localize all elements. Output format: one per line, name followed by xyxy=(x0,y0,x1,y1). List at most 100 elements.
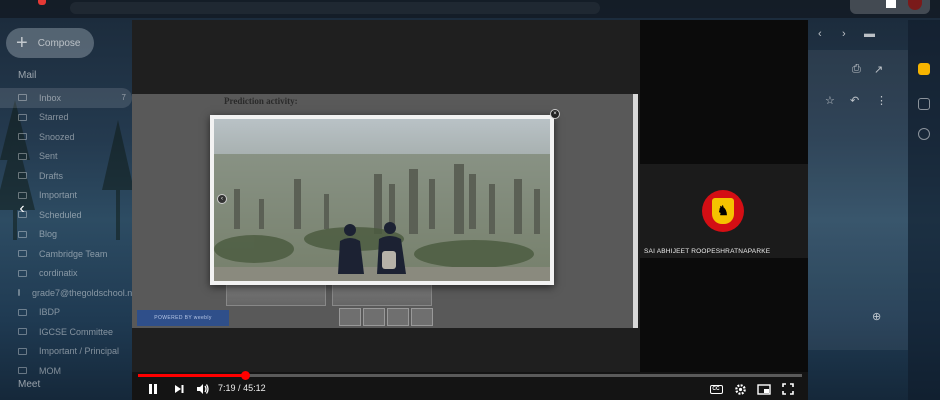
meet-section-label: Meet xyxy=(18,379,41,390)
sidebar-item-label: Blog xyxy=(39,229,58,240)
shared-screen: Prediction activity: POWERED BY weebly ×… xyxy=(132,20,640,372)
mail-section-label: Mail xyxy=(18,70,37,81)
volume-button[interactable] xyxy=(194,380,212,398)
close-icon[interactable]: × xyxy=(550,109,560,119)
compose-label: Compose xyxy=(37,37,81,49)
label-icon xyxy=(18,133,27,141)
sidebar-item-label: Starred xyxy=(39,112,69,123)
sidebar-item-count: 7 xyxy=(121,93,126,103)
side-panel-strip xyxy=(908,20,940,400)
account-area[interactable] xyxy=(850,0,930,14)
label-icon xyxy=(18,113,27,121)
chevron-left-icon[interactable]: ‹ xyxy=(13,200,31,220)
thumbnail xyxy=(332,284,432,306)
fullscreen-button[interactable] xyxy=(779,380,797,398)
label-icon xyxy=(18,308,27,316)
label-icon xyxy=(18,367,27,375)
video-player[interactable]: Prediction activity: POWERED BY weebly ×… xyxy=(132,20,808,400)
sidebar-item[interactable]: MOM xyxy=(0,361,132,381)
sidebar-item-label: Drafts xyxy=(39,170,64,181)
skip-next-icon xyxy=(175,385,184,393)
sidebar-item[interactable]: Snoozed xyxy=(0,127,132,147)
search-bar[interactable] xyxy=(70,2,600,14)
chevron-right-icon[interactable]: › xyxy=(842,28,846,40)
sidebar-item[interactable]: cordinatix xyxy=(0,264,132,284)
progress-fill xyxy=(138,374,246,377)
sidebar-item[interactable]: grade7@thegoldschool.net xyxy=(0,283,140,303)
sidebar-item-label: Inbox xyxy=(39,92,62,103)
sidebar-item-label: grade7@thegoldschool.net xyxy=(32,287,140,298)
sidebar-item[interactable]: Drafts xyxy=(0,166,132,186)
contacts-icon[interactable] xyxy=(918,128,930,140)
add-icon[interactable]: ⊕ xyxy=(872,310,881,323)
sidebar-item[interactable]: IBDP xyxy=(0,303,132,323)
account-avatar[interactable] xyxy=(908,0,922,10)
sidebar-item-label: Cambridge Team xyxy=(39,248,108,259)
time-total: 45:12 xyxy=(243,383,266,393)
settings-button[interactable] xyxy=(731,380,749,398)
pause-button[interactable] xyxy=(144,380,162,398)
sidebar-item[interactable]: Inbox 7 xyxy=(0,88,132,108)
sidebar-list: Inbox 7 Starred Snoozed Sent Drafts Important S… xyxy=(0,88,140,381)
ferrari-logo-icon: ♞ xyxy=(712,198,734,224)
label-icon xyxy=(18,328,27,336)
volume-icon xyxy=(197,384,209,394)
label-icon xyxy=(18,172,27,180)
label-icon xyxy=(18,347,27,355)
sidebar-item-label: Important xyxy=(39,190,78,201)
print-icon[interactable]: ⎙ xyxy=(852,63,861,76)
more-icon[interactable]: ⋮ xyxy=(876,94,887,107)
sidebar-item[interactable]: Cambridge Team xyxy=(0,244,132,264)
sidebar-item[interactable]: Starred xyxy=(0,108,132,128)
label-icon xyxy=(18,94,27,102)
powered-by-badge: POWERED BY weebly xyxy=(137,310,229,326)
time-current: 7:19 xyxy=(218,383,236,393)
thumbnail xyxy=(387,308,409,326)
label-icon xyxy=(18,152,27,160)
keyboard-icon[interactable]: ▬ xyxy=(864,28,875,40)
reply-icon[interactable]: ↶ xyxy=(850,94,859,107)
slide-scrollbar xyxy=(633,94,638,328)
thumbnail xyxy=(363,308,385,326)
sidebar-item[interactable]: IGCSE Committee xyxy=(0,322,132,342)
next-button[interactable] xyxy=(170,380,188,398)
sidebar-item-label: Snoozed xyxy=(39,131,75,142)
label-icon xyxy=(18,269,27,277)
time-separator: / xyxy=(238,383,241,393)
sidebar-item[interactable]: Important / Principal xyxy=(0,342,132,362)
thumbnail xyxy=(339,308,361,326)
sidebar-item-label: MOM xyxy=(39,365,61,376)
slide-heading: Prediction activity: xyxy=(224,96,298,106)
sidebar-item-label: Sent xyxy=(39,151,58,162)
open-in-new-icon[interactable]: ↗ xyxy=(874,63,883,76)
pause-icon xyxy=(149,384,157,394)
plus-icon: + xyxy=(16,32,28,54)
chevron-left-icon[interactable]: ‹ xyxy=(217,194,227,204)
compose-button[interactable]: + Compose xyxy=(6,28,94,58)
apps-icon[interactable] xyxy=(886,0,896,8)
thumbnail xyxy=(226,284,326,306)
thumbnail-strip xyxy=(339,308,433,326)
keep-icon[interactable] xyxy=(918,63,930,75)
participant-name: SAI ABHIJEET ROOPESHRATNAPARKE xyxy=(644,248,771,255)
captions-button[interactable]: CC xyxy=(707,380,725,398)
sidebar-item[interactable]: Sent xyxy=(0,147,132,167)
miniplayer-icon xyxy=(757,383,771,395)
time-display: 7:19 / 45:12 xyxy=(218,383,266,393)
captions-icon: CC xyxy=(709,384,723,394)
miniplayer-button[interactable] xyxy=(755,380,773,398)
sidebar-item-label: Important / Principal xyxy=(39,346,120,357)
city-skyline-photo xyxy=(214,119,550,281)
progress-bar[interactable] xyxy=(138,371,802,380)
thumbnail-row xyxy=(226,284,432,306)
sidebar-item-label: cordinatix xyxy=(39,268,78,279)
chevron-left-icon[interactable]: ‹ xyxy=(818,28,822,40)
label-icon xyxy=(18,191,27,199)
sidebar-item[interactable]: Blog xyxy=(0,225,132,245)
fullscreen-icon xyxy=(782,383,794,395)
star-icon[interactable]: ☆ xyxy=(825,94,835,107)
browser-top-bar xyxy=(0,0,940,18)
tasks-icon[interactable] xyxy=(918,98,930,110)
sidebar-item-label: IGCSE Committee xyxy=(39,326,114,337)
scrubber-handle[interactable] xyxy=(241,371,251,380)
